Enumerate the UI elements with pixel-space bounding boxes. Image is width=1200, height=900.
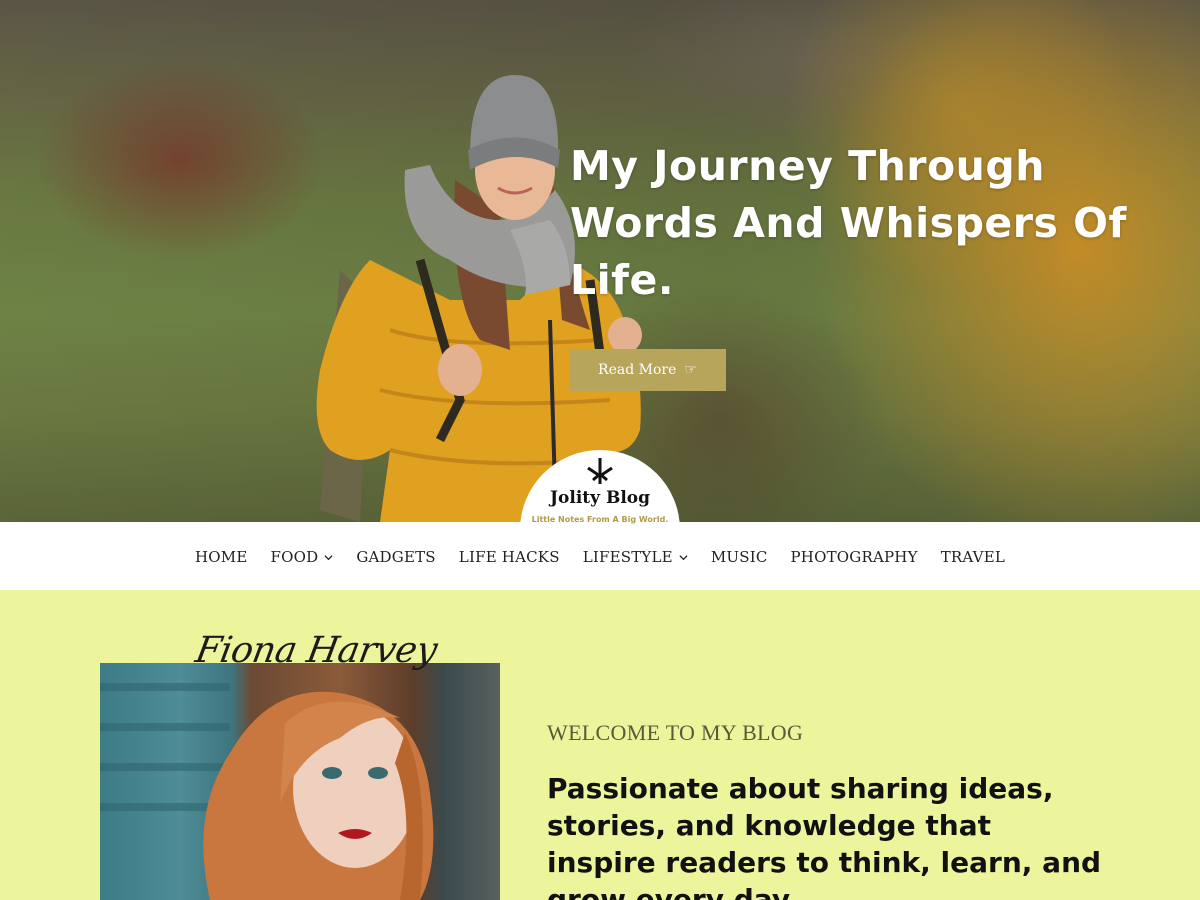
author-portrait-image (100, 663, 500, 900)
main-navigation: HOME FOOD GADGETS LIFE HACKS LIFESTYLE M… (0, 522, 1200, 590)
nav-item-life-hacks[interactable]: LIFE HACKS (459, 546, 560, 566)
nav-item-gadgets[interactable]: GADGETS (356, 546, 435, 566)
chevron-down-icon (679, 554, 688, 560)
nav-item-label: FOOD (270, 548, 319, 566)
nav-item-travel[interactable]: TRAVEL (941, 546, 1005, 566)
nav-item-photography[interactable]: PHOTOGRAPHY (791, 546, 918, 566)
nav-item-label: LIFE HACKS (458, 548, 560, 566)
chevron-down-icon (324, 554, 333, 560)
logo-emblem-icon (587, 458, 613, 484)
nav-item-label: PHOTOGRAPHY (790, 548, 918, 566)
nav-item-label: LIFESTYLE (582, 548, 673, 566)
read-more-label: Read More (598, 362, 677, 378)
logo-name: Jolity Blog (550, 488, 650, 508)
nav-item-label: MUSIC (710, 548, 768, 566)
nav-item-label: TRAVEL (940, 548, 1006, 566)
nav-item-music[interactable]: MUSIC (711, 546, 768, 566)
logo-tagline: Little Notes From A Big World. (531, 515, 669, 524)
about-section: Fiona Harvey WELCOME TO MY BLOG Passiona… (0, 590, 1200, 900)
nav-item-label: GADGETS (356, 548, 436, 566)
nav-item-label: HOME (194, 548, 248, 566)
nav-item-home[interactable]: HOME (195, 546, 248, 566)
read-more-button[interactable]: Read More ☞ (569, 349, 726, 391)
nav-item-lifestyle[interactable]: LIFESTYLE (583, 546, 688, 566)
author-signature: Fiona Harvey (192, 630, 440, 671)
hand-pointing-right-icon: ☞ (684, 362, 697, 378)
hero-banner: My Journey Through Words And Whispers Of… (0, 0, 1200, 522)
hero-title: My Journey Through Words And Whispers Of… (570, 142, 1127, 304)
about-description: Passionate about sharing ideas, stories,… (547, 772, 1102, 900)
nav-item-food[interactable]: FOOD (270, 546, 333, 566)
welcome-heading: WELCOME TO MY BLOG (547, 720, 804, 745)
